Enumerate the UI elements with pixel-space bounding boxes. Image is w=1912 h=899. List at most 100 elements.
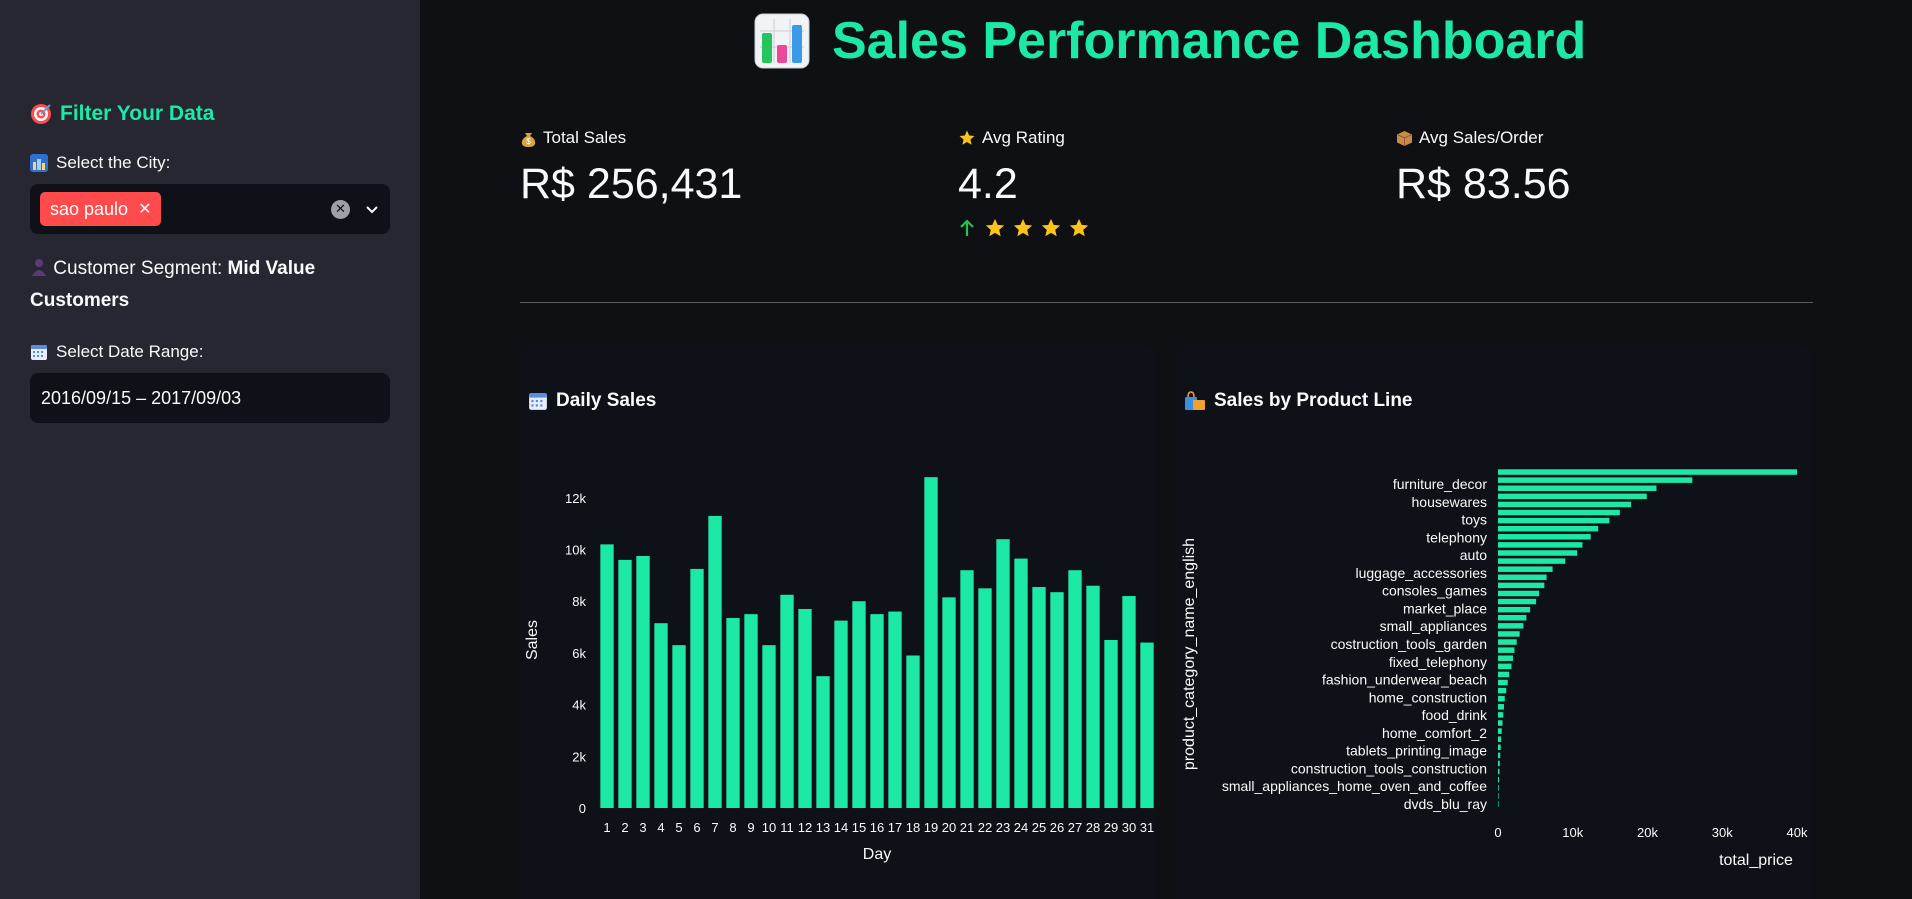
bar[interactable] [1498,631,1520,637]
segment-prefix: Customer Segment: [53,258,223,279]
date-label: Select Date Range: [30,342,203,362]
bar[interactable] [978,588,992,808]
bar[interactable] [1498,509,1620,516]
bar[interactable] [924,477,938,808]
date-label-text: Select Date Range: [56,342,204,361]
metric-label-text: Avg Sales/Order [1419,128,1544,147]
metric-value: R$ 83.56 [1396,160,1571,208]
bar[interactable] [1498,598,1537,605]
y-tick-label: home_comfort_2 [1382,725,1487,741]
bar[interactable] [1498,801,1499,807]
bar[interactable] [1498,582,1545,589]
bar[interactable] [816,676,830,808]
bar[interactable] [1498,623,1524,629]
chip-remove-icon[interactable]: ✕ [138,199,151,219]
clear-all-icon[interactable]: ✕ [331,199,350,219]
bar[interactable] [1498,712,1504,718]
bar[interactable] [1498,590,1540,597]
bar[interactable] [780,594,794,808]
bar[interactable] [636,556,650,808]
bar[interactable] [1498,768,1500,775]
bar[interactable] [1498,558,1566,564]
bar[interactable] [1498,574,1547,581]
bar[interactable] [1498,639,1517,645]
x-tick-label: 30 [1122,820,1136,835]
bar[interactable] [942,597,956,808]
bar[interactable] [1498,736,1502,742]
bar[interactable] [1498,542,1583,548]
x-tick-label: 7 [711,820,718,835]
bar[interactable] [1498,671,1510,678]
bar[interactable] [960,570,974,808]
bar[interactable] [1498,647,1515,653]
bar[interactable] [1498,793,1499,799]
bar[interactable] [1104,640,1118,808]
bar[interactable] [1498,760,1500,767]
bar[interactable] [1498,550,1578,556]
bar[interactable] [1498,477,1693,483]
bar[interactable] [852,601,866,808]
bar[interactable] [744,614,758,808]
x-tick-label: 8 [729,820,736,835]
bar[interactable] [1498,679,1508,686]
city-chip[interactable]: sao paulo ✕ [40,192,162,226]
bar[interactable] [1498,776,1500,783]
bar[interactable] [1068,570,1082,808]
bar[interactable] [888,611,902,808]
bar[interactable] [870,614,884,808]
bar[interactable] [654,623,668,808]
bar[interactable] [1498,704,1504,710]
bar[interactable] [1498,655,1513,661]
bar[interactable] [1498,525,1599,532]
bar[interactable] [1498,663,1512,670]
bar[interactable] [1498,687,1507,694]
bar[interactable] [726,618,740,808]
metric-label: Avg Sales/Order [1396,128,1571,148]
bar[interactable] [1498,752,1501,759]
bar[interactable] [708,515,722,808]
city-label: Select the City: [30,153,170,173]
bar[interactable] [1498,469,1797,475]
bar[interactable] [1014,558,1028,808]
bar[interactable] [600,544,614,808]
metric-label: Avg Rating [958,128,1090,148]
city-multiselect[interactable]: sao paulo ✕ ✕ [30,184,390,234]
bar[interactable] [1140,642,1154,808]
bar[interactable] [672,645,686,808]
bar[interactable] [762,645,776,808]
bar[interactable] [690,568,704,808]
y-tick-label: 6k [572,646,586,661]
y-tick-label: construction_tools_construction [1291,760,1487,776]
chevron-down-icon[interactable] [364,201,380,217]
y-tick-label: 2k [572,749,586,764]
bar[interactable] [1086,585,1100,808]
bar[interactable] [1498,485,1657,491]
bar[interactable] [1498,615,1527,621]
bar[interactable] [1498,720,1503,726]
x-tick-label: 1 [603,820,610,835]
bar[interactable] [1032,587,1046,808]
bar[interactable] [1498,517,1610,524]
x-tick-label: 21 [960,820,974,835]
bar[interactable] [1498,744,1501,751]
bar[interactable] [1498,534,1591,540]
bar[interactable] [1498,501,1632,508]
bar[interactable] [1498,785,1499,791]
bar[interactable] [1498,493,1647,500]
bar[interactable] [1498,606,1531,613]
bar[interactable] [798,608,812,808]
bar[interactable] [1122,596,1136,808]
bar[interactable] [996,539,1010,808]
bar[interactable] [1050,592,1064,808]
metric-total-sales: $ Total Sales R$ 256,431 [520,128,742,209]
bar[interactable] [1498,695,1505,702]
bar[interactable] [618,559,632,808]
x-tick-label: 20k [1637,825,1658,840]
date-range-input[interactable]: 2016/09/15 – 2017/09/03 [30,373,390,423]
product-line-panel: Sales by Product Line furniture_decor hou… [1176,346,1812,899]
date-range-value: 2016/09/15 – 2017/09/03 [41,387,242,408]
bar[interactable] [1498,566,1553,572]
bar[interactable] [834,620,848,808]
bar[interactable] [1498,728,1502,734]
bar[interactable] [906,655,920,808]
